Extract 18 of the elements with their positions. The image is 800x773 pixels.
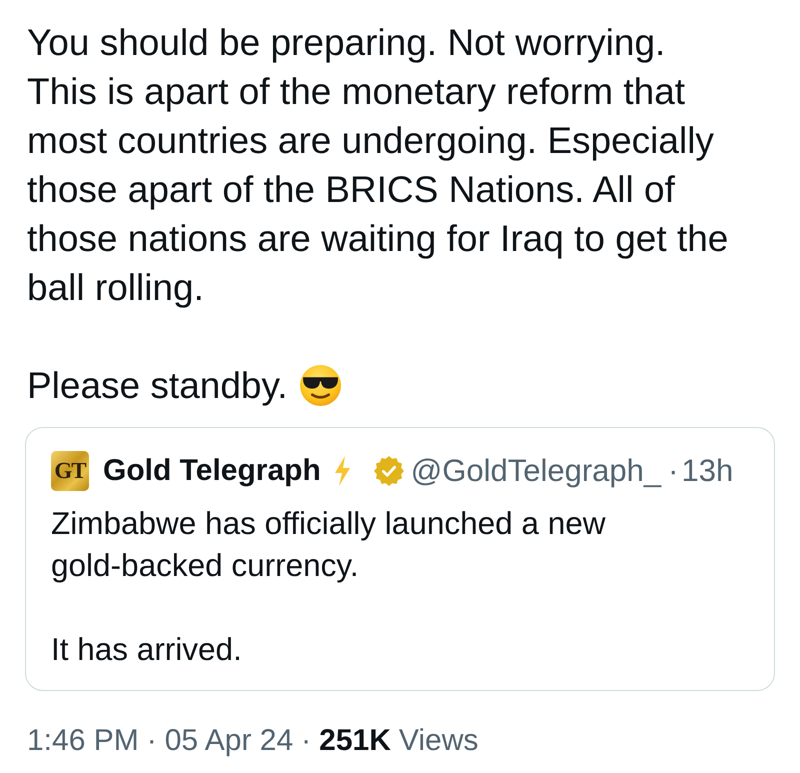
quoted-text: It has arrived.	[51, 630, 243, 669]
post-text: This is apart of the monetary reform that most countries are undergoing. Especially those apart of the BRICS Nations. All of those nations are waiting for Iraq to get the ball rolling.	[27, 70, 730, 310]
account-logo: GT	[51, 451, 89, 491]
author-name: Gold Telegraph	[103, 453, 321, 489]
post-time: 13h	[681, 452, 734, 490]
separator-dot: ·	[146, 723, 157, 759]
post-date: 05 Apr 24	[164, 723, 294, 759]
separator-dot: ·	[668, 452, 678, 490]
lightning-icon	[332, 456, 352, 486]
post-text: Please standby.	[27, 364, 288, 408]
author-handle: @GoldTelegraph_	[410, 452, 662, 490]
post-text: You should be preparing. Not worrying.	[27, 21, 666, 65]
views-label: Views	[398, 723, 478, 759]
quoted-text: Zimbabwe has officially launched a new gold-backed currency.	[51, 504, 606, 585]
post-timestamp: 1:46 PM	[27, 723, 139, 759]
sunglasses-face-icon	[300, 365, 341, 406]
separator-dot: ·	[301, 723, 312, 759]
view-count: 251K	[319, 723, 391, 759]
